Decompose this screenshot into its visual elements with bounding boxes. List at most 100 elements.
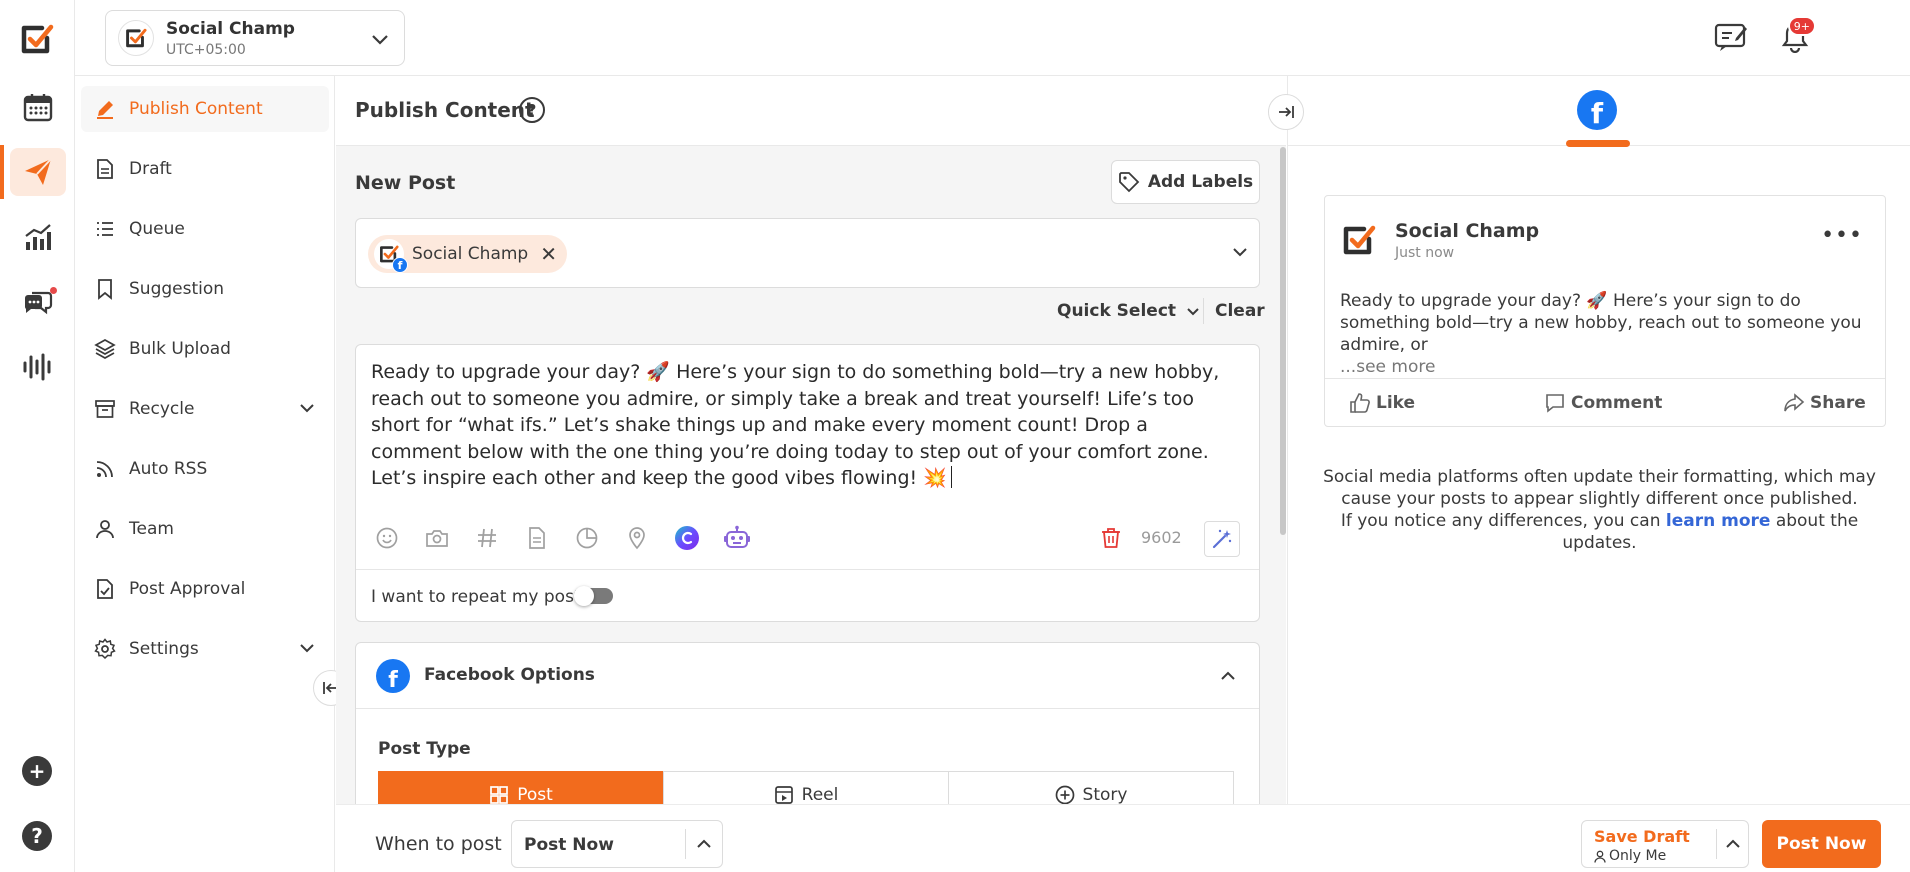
menu-item-label: Bulk Upload [129,339,231,359]
menu-item-suggestion[interactable]: Suggestion [81,266,329,312]
draft-visibility-label: Only Me [1609,848,1667,864]
composer-scrollbar[interactable] [1280,147,1286,535]
social-champ-logo-icon[interactable] [20,22,54,56]
camera-icon[interactable] [422,523,452,553]
clear-button[interactable]: Clear [1215,301,1265,321]
post-textarea[interactable]: Ready to upgrade your day? 🚀 Here’s your… [371,359,1241,492]
account-switcher[interactable]: Social Champ UTC+05:00 [105,10,405,66]
divider [1716,829,1717,859]
account-timezone: UTC+05:00 [166,41,246,58]
post-type-label-text: Post [517,785,553,804]
rail-publish[interactable] [0,145,75,199]
preview-timestamp: Just now [1395,245,1455,261]
icon-rail: + ? [0,0,75,872]
magic-wand-button[interactable] [1204,521,1240,557]
more-options-icon[interactable]: ••• [1821,225,1863,247]
draft-visibility: Only Me [1594,848,1666,864]
repeat-post-toggle[interactable] [574,586,613,606]
like-label: Like [1376,393,1416,413]
learn-more-link[interactable]: learn more [1666,511,1771,531]
account-selector[interactable]: f Social Champ ✕ [355,218,1260,288]
post-type-post[interactable]: Post [378,771,664,804]
selected-account-chip: f Social Champ ✕ [368,235,567,273]
when-to-post-label: When to post [375,833,502,855]
menu-item-queue[interactable]: Queue [81,206,329,252]
menu-item-auto-rss[interactable]: Auto RSS [81,446,329,492]
bottom-action-bar: When to post Post Now Save Draft Only Me… [336,804,1910,872]
expand-preview-button[interactable] [1268,94,1304,130]
plus-circle-icon [1055,785,1074,804]
facebook-icon[interactable]: f [1577,90,1617,130]
approval-doc-icon [93,577,117,601]
ai-robot-icon[interactable] [722,523,752,553]
rail-calendar[interactable] [0,80,75,134]
rail-analytics[interactable] [0,210,75,264]
note-line-2: If you notice any differences, you can l… [1308,510,1891,554]
add-labels-label: Add Labels [1147,172,1254,192]
document-icon [93,157,117,181]
menu-item-label: Settings [129,639,199,659]
add-icon[interactable]: + [22,756,52,786]
chevron-down-icon [370,29,390,53]
post-type-reel[interactable]: Reel [663,771,949,804]
like-action[interactable]: Like [1349,392,1415,414]
when-to-post-select[interactable]: Post Now [511,820,723,868]
facebook-options-header[interactable]: f Facebook Options [356,643,1259,709]
quick-select-dropdown[interactable]: Quick Select [1057,301,1200,321]
comment-icon [1546,394,1564,413]
see-more-link[interactable]: ...see more [1340,357,1435,377]
divider [1325,378,1885,379]
comment-action[interactable]: Comment [1544,392,1662,414]
save-draft-button[interactable]: Save Draft Only Me [1581,820,1749,868]
canva-icon[interactable] [672,523,702,553]
menu-item-post-approval[interactable]: Post Approval [81,566,329,612]
reel-icon [774,786,793,804]
help-circle-icon[interactable]: ? [519,97,545,123]
menu-item-publish-content[interactable]: Publish Content [81,86,329,132]
facebook-icon: f [376,659,410,693]
location-pin-icon[interactable] [622,523,652,553]
rail-inbox[interactable] [0,275,75,329]
menu-item-label: Suggestion [129,279,225,299]
post-type-label-text: Reel [801,785,839,804]
hashtag-icon[interactable] [472,523,502,553]
chip-label: Social Champ [412,244,529,264]
post-editor[interactable]: Ready to upgrade your day? 🚀 Here’s your… [355,344,1260,622]
preview-body: Ready to upgrade your day? 🚀 Here’s your… [1340,291,1862,355]
menu-item-draft[interactable]: Draft [81,146,329,192]
character-count: 9602 [1141,528,1182,547]
trash-icon[interactable] [1096,523,1126,553]
chevron-up-icon [695,835,713,857]
menu-item-recycle[interactable]: Recycle [81,386,329,432]
emoji-icon[interactable] [372,523,402,553]
add-labels-button[interactable]: Add Labels [1111,160,1260,204]
chevron-up-icon[interactable] [1724,835,1742,857]
preview-text: Ready to upgrade your day? 🚀 Here’s your… [1340,290,1880,378]
facebook-options-title: Facebook Options [424,665,595,685]
chevron-up-icon[interactable] [1219,667,1237,689]
menu-item-settings[interactable]: Settings [81,626,329,672]
share-icon [1784,393,1805,412]
user-icon [1594,850,1606,863]
magic-wand-icon [1212,529,1232,549]
remove-account-icon[interactable]: ✕ [540,242,557,266]
analytics-icon [10,213,66,261]
share-action[interactable]: Share [1783,392,1866,414]
pie-chart-icon[interactable] [572,523,602,553]
composer-panel: Publish Content ? New Post Add Labels f … [336,76,1286,804]
document-icon[interactable] [522,523,552,553]
chevron-down-icon[interactable] [1231,243,1249,265]
compose-message-icon[interactable] [1712,18,1750,56]
menu-item-bulk-upload[interactable]: Bulk Upload [81,326,329,372]
bell-icon[interactable]: 9+ [1776,16,1816,56]
menu-item-label: Publish Content [129,99,263,119]
post-type-story[interactable]: Story [948,771,1234,804]
help-icon[interactable]: ? [22,821,52,851]
post-now-button[interactable]: Post Now [1762,820,1881,868]
tag-icon [1118,172,1140,193]
thumbs-up-icon [1350,393,1370,413]
rail-listening[interactable] [0,340,75,394]
pencil-icon [93,97,117,121]
menu-item-team[interactable]: Team [81,506,329,552]
preview-account-name: Social Champ [1395,220,1540,242]
